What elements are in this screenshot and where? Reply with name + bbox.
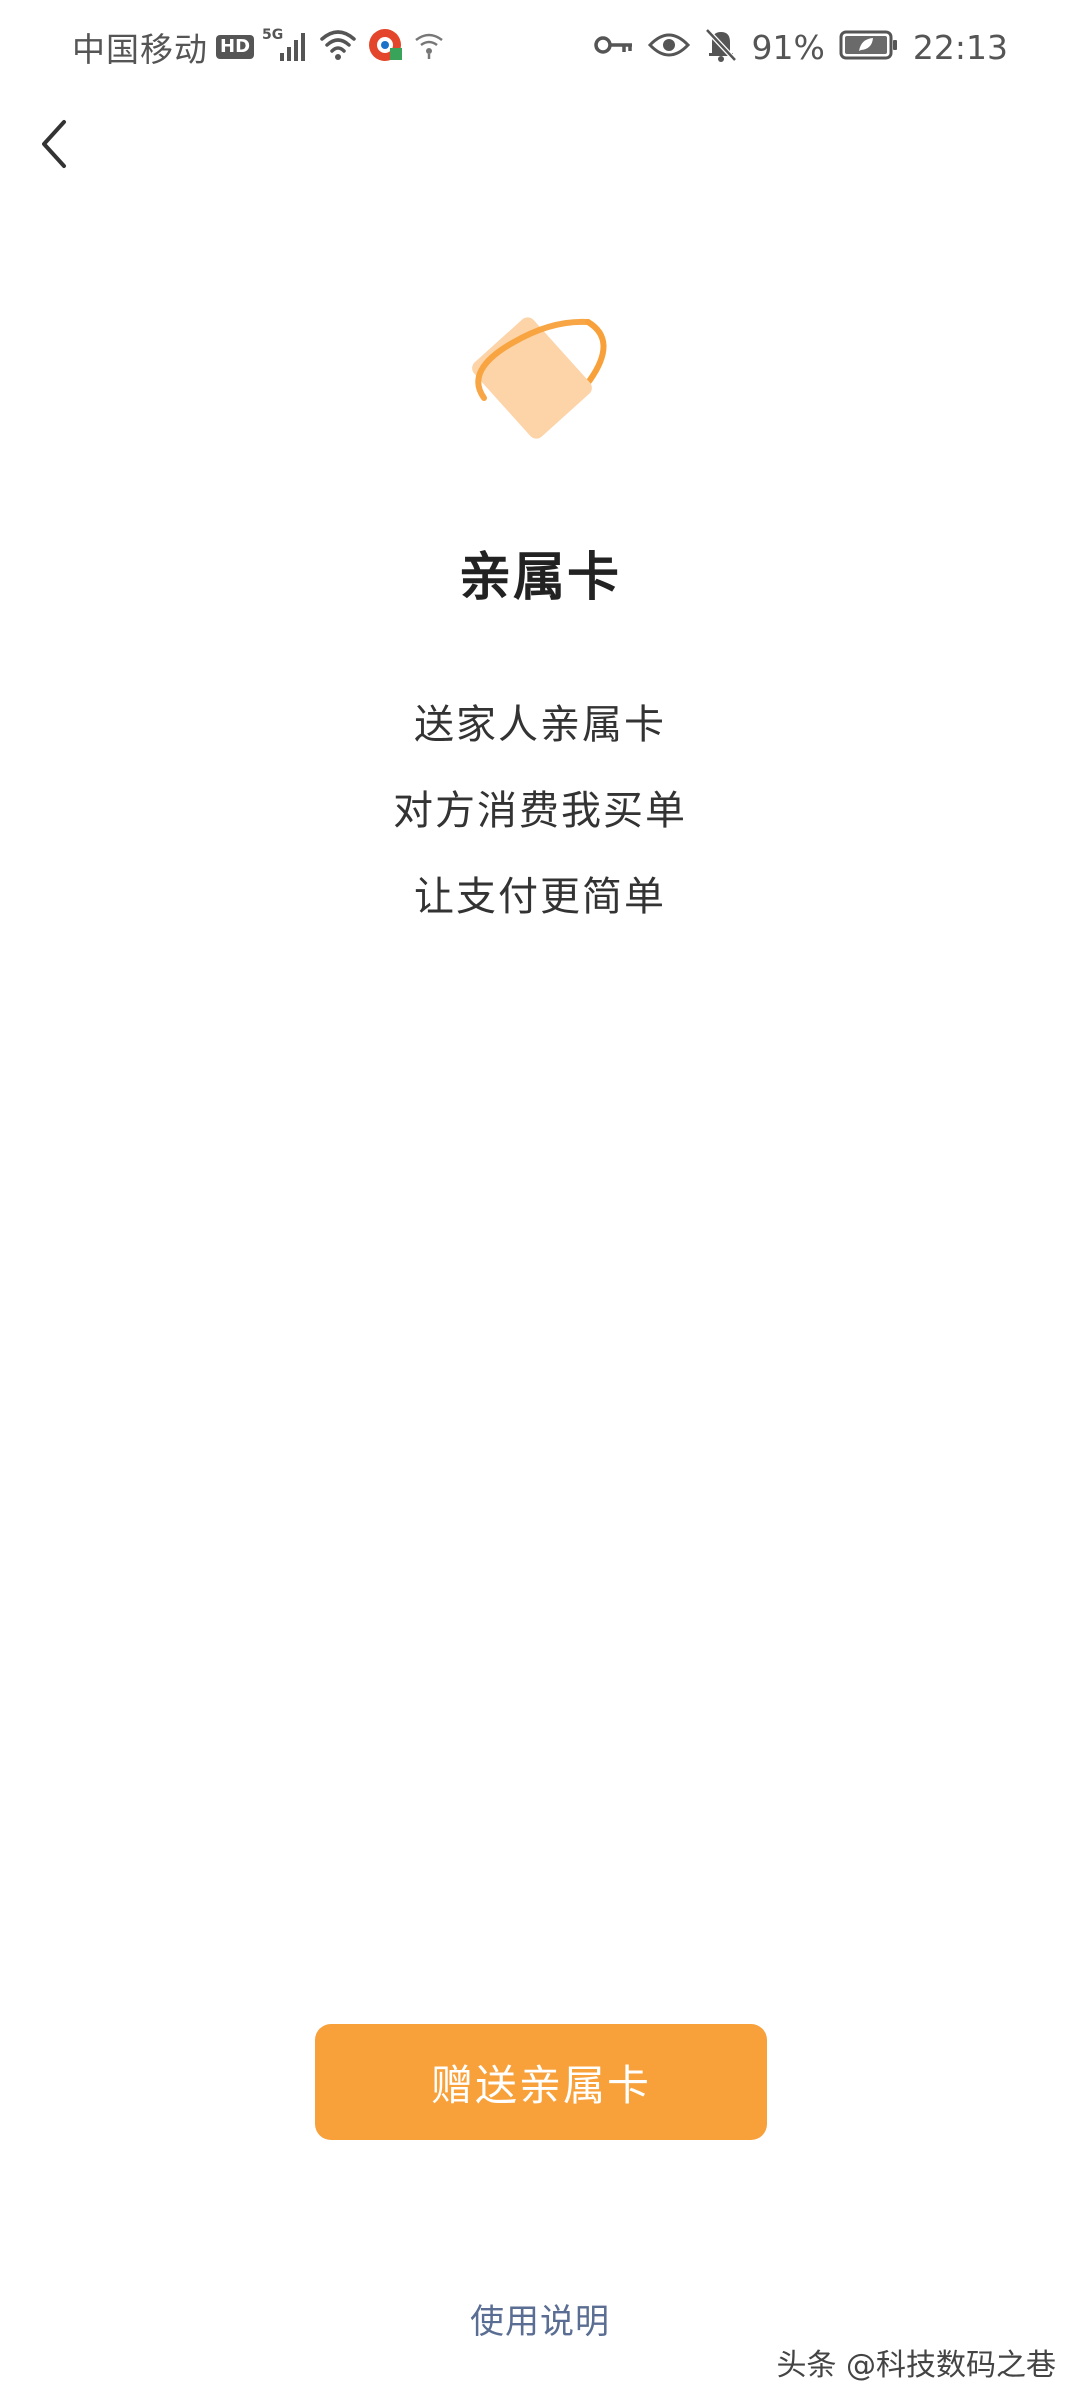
carrier-name: 中国移动 bbox=[72, 30, 208, 69]
vpn-icon bbox=[366, 26, 404, 68]
usage-instructions-link[interactable]: 使用说明 bbox=[0, 2294, 1080, 2343]
watermark: 头条 @科技数码之巷 bbox=[776, 2348, 1056, 2383]
battery-percent: 91% bbox=[751, 27, 825, 67]
description-line-2: 对方消费我买单 bbox=[393, 788, 687, 834]
status-bar-left: 中国移动 HD 5G bbox=[72, 22, 446, 72]
wifi-icon bbox=[318, 27, 358, 67]
key-icon bbox=[593, 33, 634, 61]
hotspot-icon bbox=[412, 30, 446, 64]
signal-5g-icon: 5G bbox=[262, 25, 310, 69]
svg-text:5G: 5G bbox=[262, 27, 283, 43]
gift-card-button[interactable]: 赠送亲属卡 bbox=[315, 2024, 767, 2140]
hd-icon: HD bbox=[216, 35, 255, 59]
bell-off-icon bbox=[704, 27, 738, 67]
status-bar-right: 91% 22:13 bbox=[593, 22, 1008, 72]
battery-icon bbox=[839, 29, 899, 65]
chevron-left-icon bbox=[42, 120, 66, 168]
eye-icon bbox=[647, 31, 690, 63]
clock: 22:13 bbox=[912, 27, 1008, 67]
description-line-1: 送家人亲属卡 bbox=[414, 702, 666, 748]
card-orbit-icon bbox=[470, 300, 620, 450]
status-bar: 中国移动 HD 5G 91% 22:13 bbox=[0, 0, 1080, 96]
description-line-3: 让支付更简单 bbox=[414, 874, 666, 920]
page-title: 亲属卡 bbox=[458, 548, 621, 608]
back-button[interactable] bbox=[22, 112, 86, 176]
